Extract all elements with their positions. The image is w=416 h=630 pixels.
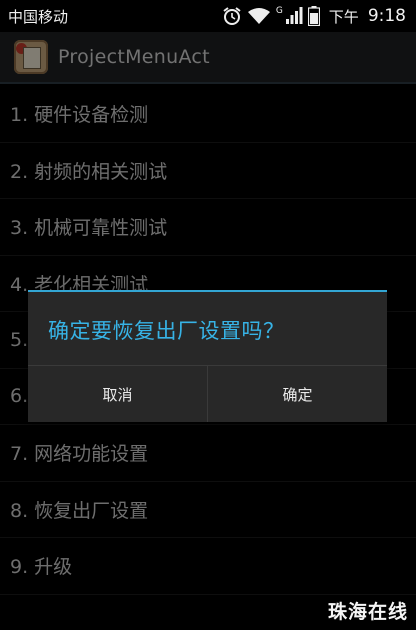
confirm-dialog: 确定要恢复出厂设置吗？ 取消 确定 bbox=[28, 290, 387, 422]
cancel-button[interactable]: 取消 bbox=[28, 366, 207, 422]
signal-icon bbox=[285, 7, 303, 24]
app-icon-page bbox=[23, 47, 41, 69]
dialog-title: 确定要恢复出厂设置吗？ bbox=[48, 319, 285, 343]
menu-item-network-settings[interactable]: 7. 网络功能设置 bbox=[0, 425, 416, 482]
confirm-button[interactable]: 确定 bbox=[207, 366, 387, 422]
status-icons: G 下午 9:18 bbox=[222, 6, 406, 27]
app-icon[interactable] bbox=[14, 40, 48, 74]
clock-time: 9:18 bbox=[367, 6, 406, 26]
network-type-badge: G bbox=[275, 5, 283, 16]
wifi-icon bbox=[247, 8, 270, 24]
menu-item-factory-reset[interactable]: 8. 恢复出厂设置 bbox=[0, 482, 416, 538]
carrier-name: 中国移动 bbox=[8, 7, 69, 26]
alarm-clock-icon bbox=[223, 7, 241, 25]
app-title: ProjectMenuAct bbox=[58, 46, 210, 68]
time-period: 下午 bbox=[328, 7, 359, 26]
watermark-text: 珠海在线 bbox=[327, 601, 408, 623]
dialog-button-bar: 取消 确定 bbox=[28, 365, 387, 422]
action-bar: ProjectMenuAct bbox=[0, 32, 416, 84]
menu-item-mechanical-test[interactable]: 3. 机械可靠性测试 bbox=[0, 199, 416, 256]
menu-item-upgrade[interactable]: 9. 升级 bbox=[0, 538, 416, 595]
battery-icon bbox=[307, 6, 320, 26]
menu-item-rf-test[interactable]: 2. 射频的相关测试 bbox=[0, 143, 416, 199]
menu-item-hardware-check[interactable]: 1. 硬件设备检测 bbox=[0, 86, 416, 143]
status-bar: 中国移动 G 下午 9:18 bbox=[0, 0, 416, 32]
